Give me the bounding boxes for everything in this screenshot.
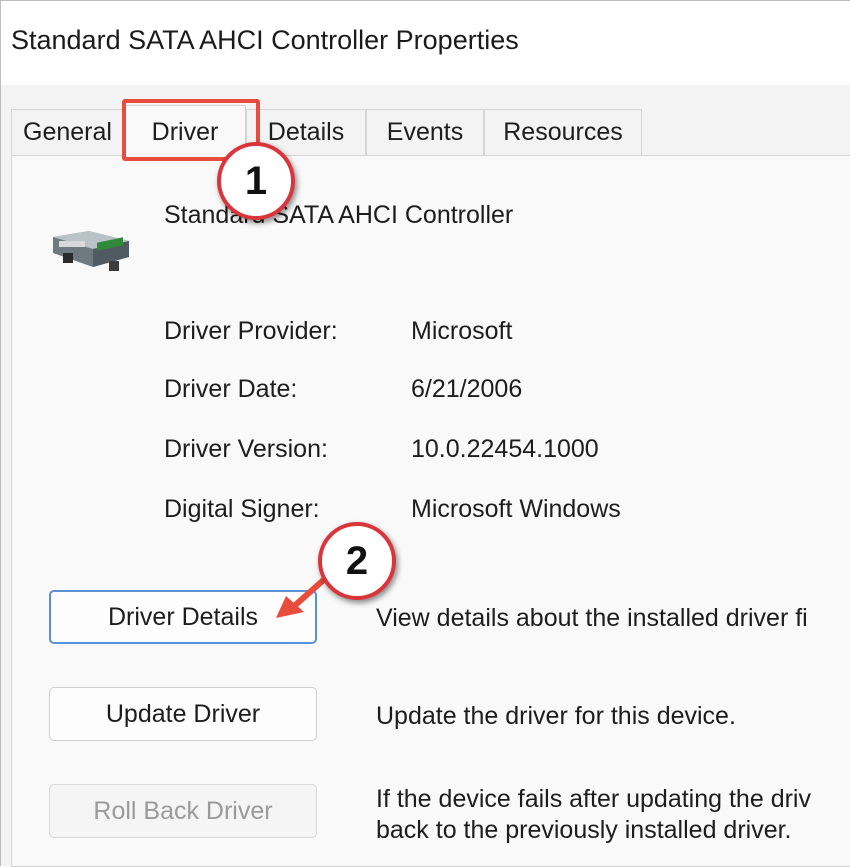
- tab-resources[interactable]: Resources: [484, 109, 642, 155]
- step-1-callout: 1: [217, 142, 295, 220]
- driver-date-label: Driver Date:: [164, 375, 298, 403]
- window-title: Standard SATA AHCI Controller Properties: [11, 25, 519, 55]
- step-2-callout: 2: [318, 522, 396, 600]
- update-driver-button[interactable]: Update Driver: [49, 687, 317, 741]
- digital-signer-label: Digital Signer:: [164, 495, 320, 523]
- storage-controller-icon: [53, 231, 129, 271]
- driver-version-label: Driver Version:: [164, 435, 328, 463]
- driver-date-value: 6/21/2006: [411, 375, 523, 403]
- driver-provider-label: Driver Provider:: [164, 317, 338, 345]
- driver-version-value: 10.0.22454.1000: [411, 435, 599, 463]
- title-bar[interactable]: Standard SATA AHCI Controller Properties: [1, 1, 850, 85]
- device-name: Standard SATA AHCI Controller: [164, 201, 514, 229]
- driver-details-description: View details about the installed driver …: [376, 604, 808, 632]
- tab-events[interactable]: Events: [366, 109, 484, 155]
- roll-back-description-line-2: back to the previously installed driver.: [376, 816, 792, 844]
- roll-back-driver-button: Roll Back Driver: [49, 784, 317, 838]
- roll-back-driver-description: If the device fails after updating the d…: [376, 784, 811, 846]
- digital-signer-value: Microsoft Windows: [411, 495, 621, 523]
- roll-back-description-line-1: If the device fails after updating the d…: [376, 785, 811, 813]
- tab-general[interactable]: General: [11, 109, 124, 155]
- update-driver-description: Update the driver for this device.: [376, 702, 736, 730]
- driver-provider-value: Microsoft: [411, 317, 513, 345]
